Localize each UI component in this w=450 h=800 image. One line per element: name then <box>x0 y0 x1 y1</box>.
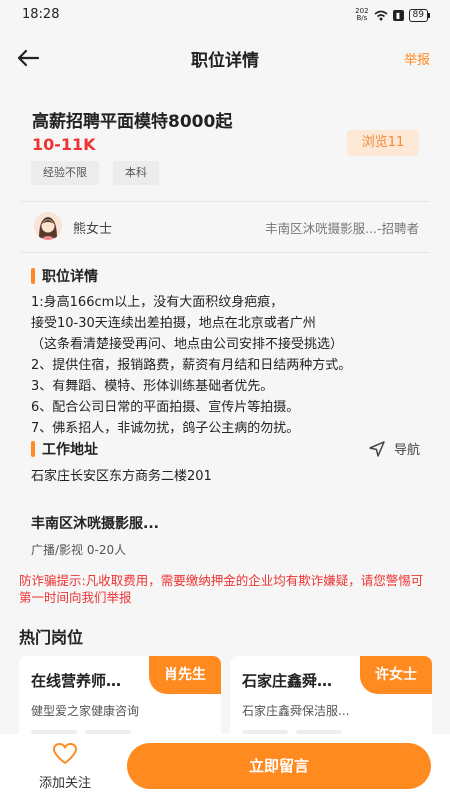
tag-experience: 经验不限 <box>31 161 99 185</box>
fraud-warning: 防诈骗提示:凡收取费用，需要缴纳押金的企业均有欺诈嫌疑，请您警惕可第一时间向我们… <box>19 573 424 605</box>
status-icons: 202 B/s ▮ 89 <box>355 7 431 23</box>
recruiter-avatar <box>34 212 62 240</box>
description-line: 2、提供住宿，报销路费，薪资有月结和日结两种方式。 <box>31 358 352 373</box>
heart-icon <box>53 743 77 764</box>
navigation-arrow-icon <box>369 440 385 457</box>
page-title: 职位详情 <box>191 51 259 71</box>
hot-job-company: 健型爱之家健康咨询 <box>31 704 140 718</box>
report-button[interactable]: 举报 <box>404 49 430 68</box>
details-heading: 职位详情 <box>42 269 98 285</box>
description-line: 3、有舞蹈、模特、形体训练基础者优先。 <box>31 379 274 394</box>
hot-job-title: 在线营养师… <box>31 672 122 690</box>
hot-job-contact: 肖先生 <box>149 656 221 694</box>
company-name: 丰南区沐咣摄影服... <box>31 516 159 532</box>
hot-job-contact: 许女士 <box>360 656 432 694</box>
navigation-label: 导航 <box>393 443 420 458</box>
hot-job-title: 石家庄鑫舜… <box>242 672 333 690</box>
company-info: 广播/影视 0-20人 <box>31 543 127 557</box>
company-card[interactable]: 丰南区沐咣摄影服... 广播/影视 0-20人 <box>0 500 450 570</box>
job-description: 1:身高166cm以上，没有大面积纹身疤痕， 接受10-30天连续出差拍摄，地点… <box>31 292 431 439</box>
job-title: 高薪招聘平面模特8000起 <box>32 112 233 132</box>
hot-job-company: 石家庄鑫舜保洁服... <box>242 704 350 718</box>
status-time: 18:28 <box>22 7 60 22</box>
description-line: （这条看清楚接受再问、地点由公司安排不接受挑选） <box>31 337 344 352</box>
address-heading: 工作地址 <box>42 442 98 458</box>
leave-message-button[interactable]: 立即留言 <box>127 743 431 789</box>
avatar-illustration-icon <box>34 212 62 240</box>
job-salary: 10-11K <box>32 135 96 154</box>
net-speed: 202 B/s <box>355 8 368 22</box>
nav-bar: 职位详情 举报 <box>0 30 450 85</box>
divider <box>20 201 430 202</box>
battery-indicator: 89 <box>408 8 431 22</box>
description-line: 接受10-30天连续出差拍摄，地点在北京或者广州 <box>31 316 316 331</box>
recruiter-name: 熊女士 <box>73 222 113 237</box>
description-line: 6、配合公司日常的平面拍摄、宣传片等拍摄。 <box>31 400 300 415</box>
follow-label: 添加关注 <box>38 776 91 791</box>
follow-button[interactable]: 添加关注 <box>30 742 100 791</box>
status-bar: 18:28 202 B/s ▮ 89 <box>0 0 450 30</box>
section-marker <box>31 268 35 284</box>
recruiter-row[interactable]: 熊女士 丰南区沐咣摄影服...-招聘者 <box>0 208 450 244</box>
bottom-action-bar: 添加关注 立即留言 <box>0 734 450 800</box>
section-marker <box>31 441 35 457</box>
tag-education: 本科 <box>113 161 159 185</box>
description-line: 7、佛系招人，非诚勿扰，鸽子公主病的勿扰。 <box>31 421 300 436</box>
navigation-button[interactable]: 导航 <box>368 439 420 458</box>
job-header: 高薪招聘平面模特8000起 10-11K 浏览11 经验不限 本科 <box>0 85 450 200</box>
wifi-icon <box>374 10 388 20</box>
work-address: 石家庄长安区东方商务二楼201 <box>31 469 212 484</box>
recruiter-company: 丰南区沐咣摄影服...-招聘者 <box>265 221 419 236</box>
notification-icon: ▮ <box>392 9 404 21</box>
view-count-badge: 浏览11 <box>347 130 419 156</box>
description-line: 1:身高166cm以上，没有大面积纹身疤痕， <box>31 295 284 310</box>
net-speed-unit: B/s <box>356 14 368 22</box>
divider <box>20 252 430 253</box>
hot-jobs-heading: 热门岗位 <box>19 628 84 647</box>
